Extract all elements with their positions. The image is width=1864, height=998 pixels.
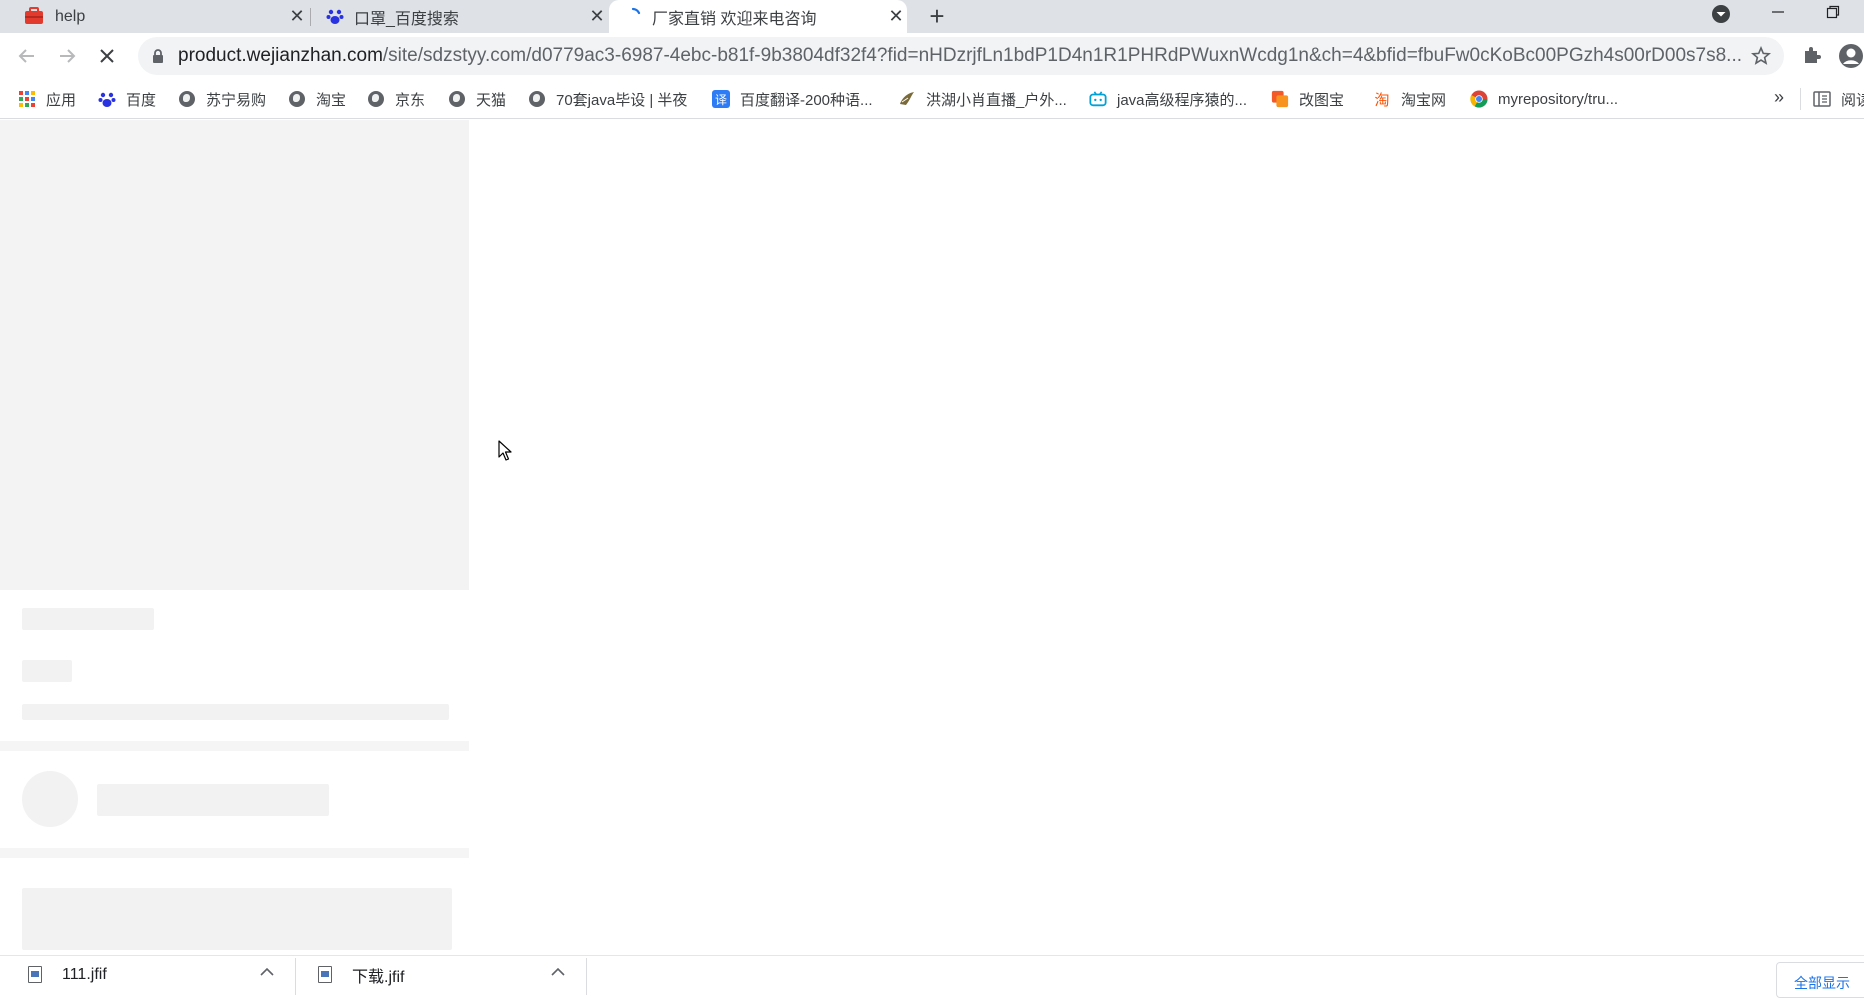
skeleton-block: [22, 888, 452, 950]
bilibili-icon: [1089, 90, 1107, 108]
image-file-icon: [28, 966, 42, 983]
skeleton-title-bar: [22, 608, 154, 630]
bookmark-label: 70套java毕设 | 半夜: [556, 91, 688, 109]
bookmark-label: java高级程序猿的...: [1117, 91, 1248, 109]
downloads-bar: 111.jfif 下载.jfif 全部显示: [0, 955, 1864, 998]
image-file-icon: [318, 966, 332, 983]
toolbox-icon: [24, 6, 44, 26]
address-bar[interactable]: product.wejianzhan.com/site/sdzstyy.com/…: [138, 37, 1784, 75]
skeleton-divider: [0, 741, 469, 751]
baidu-paw-icon: [98, 90, 116, 108]
bookmark-tmall[interactable]: 天猫: [448, 79, 506, 119]
reading-list-button[interactable]: 阅读: [1813, 79, 1864, 119]
url-text[interactable]: product.wejianzhan.com/site/sdzstyy.com/…: [178, 37, 1758, 75]
globe-icon: [367, 90, 385, 108]
baidu-paw-icon: [325, 6, 345, 26]
skeleton-text-line: [22, 704, 449, 720]
tab-strip: help ✕ 口罩_百度搜索 ✕ 厂家直销 欢迎来电咨询 ✕ +: [0, 0, 1864, 33]
bookmark-java-projects[interactable]: 70套java毕设 | 半夜: [528, 79, 687, 119]
back-button[interactable]: [12, 41, 42, 71]
svg-text:淘: 淘: [1374, 91, 1389, 108]
download-divider: [295, 958, 296, 995]
bookmark-honghu-live[interactable]: 洪湖小肖直播_户外...: [898, 79, 1067, 119]
bookmark-label: 苏宁易购: [206, 91, 267, 109]
bookmark-taobao-net[interactable]: 淘 淘宝网: [1373, 79, 1446, 119]
bookmark-label: 淘宝: [316, 91, 347, 109]
restore-button[interactable]: [1813, 0, 1853, 24]
bird-icon: [898, 90, 916, 108]
bookmark-bilibili[interactable]: java高级程序猿的...: [1089, 79, 1247, 119]
download-item[interactable]: 下载.jfif: [318, 956, 570, 993]
bookmark-star-icon[interactable]: [1750, 45, 1773, 68]
bookmark-label: 淘宝网: [1401, 91, 1447, 109]
mouse-cursor-icon: [498, 440, 512, 462]
bookmark-label: 天猫: [476, 91, 507, 109]
tab-search-icon[interactable]: [1710, 3, 1732, 25]
bookmark-label: 京东: [395, 91, 426, 109]
loading-spinner-icon: [623, 6, 643, 26]
new-tab-button[interactable]: +: [922, 1, 952, 31]
globe-icon: [288, 90, 306, 108]
url-path: /site/sdzstyy.com/d0779ac3-6987-4ebc-b81…: [382, 45, 1743, 66]
lock-icon[interactable]: [152, 49, 166, 65]
tab-active[interactable]: 厂家直销 欢迎来电咨询 ✕: [609, 0, 907, 33]
skeleton-price-bar: [22, 660, 72, 682]
tab-baidu-search[interactable]: 口罩_百度搜索 ✕: [311, 0, 609, 33]
skeleton-image-placeholder: [0, 120, 469, 590]
taobao-icon: 淘: [1373, 90, 1391, 108]
download-filename: 111.jfif: [62, 965, 107, 983]
download-item[interactable]: 111.jfif: [28, 956, 280, 993]
close-icon[interactable]: ✕: [287, 6, 307, 26]
minimize-button[interactable]: [1758, 0, 1798, 24]
browser-toolbar: product.wejianzhan.com/site/sdzstyy.com/…: [0, 33, 1864, 79]
tab-title: 厂家直销 欢迎来电咨询: [652, 10, 817, 28]
skeleton-shop-name: [97, 784, 329, 816]
tab-title: 口罩_百度搜索: [354, 10, 459, 28]
bookmark-label: 改图宝: [1299, 91, 1345, 109]
chevron-up-icon[interactable]: [551, 964, 565, 982]
show-all-downloads-button[interactable]: 全部显示: [1776, 962, 1864, 998]
reading-list-icon: [1813, 90, 1831, 108]
url-host: product.wejianzhan.com: [178, 45, 383, 66]
bookmark-jd[interactable]: 京东: [367, 79, 425, 119]
bookmark-apps[interactable]: 应用: [18, 79, 76, 119]
forward-button[interactable]: [52, 41, 82, 71]
globe-icon: [528, 90, 546, 108]
bookmark-label: 洪湖小肖直播_户外...: [926, 91, 1067, 109]
close-icon[interactable]: ✕: [587, 6, 607, 26]
page-content: [0, 120, 1864, 955]
skeleton-avatar: [22, 771, 78, 827]
download-divider: [586, 958, 587, 995]
profile-avatar-icon[interactable]: [1838, 43, 1864, 69]
download-filename: 下载.jfif: [352, 968, 405, 986]
svg-text:译: 译: [715, 93, 727, 107]
bookmarks-bar: 应用 百度 苏宁易购 淘宝 京东 天猫 70套java毕设 | 半夜 译 百度翻…: [0, 79, 1864, 119]
globe-icon: [448, 90, 466, 108]
close-icon[interactable]: ✕: [886, 6, 906, 26]
extensions-puzzle-icon[interactable]: [1802, 45, 1824, 67]
bookmark-label: 百度翻译-200种语...: [740, 91, 873, 109]
stop-loading-button[interactable]: [92, 41, 122, 71]
skeleton-divider: [0, 848, 469, 858]
bookmark-suning[interactable]: 苏宁易购: [178, 79, 266, 119]
apps-grid-icon: [18, 90, 36, 108]
bookmarks-divider: [1800, 88, 1801, 110]
bookmark-label: 应用: [46, 91, 77, 109]
globe-icon: [178, 90, 196, 108]
chrome-icon: [1470, 90, 1488, 108]
chevron-up-icon[interactable]: [260, 964, 274, 982]
gaitubao-icon: [1271, 90, 1289, 108]
bookmark-gaitubao[interactable]: 改图宝: [1271, 79, 1344, 119]
bookmark-label: 百度: [126, 91, 157, 109]
bookmark-label: myrepository/tru...: [1498, 90, 1619, 108]
tab-title: help: [55, 7, 86, 25]
tab-help[interactable]: help ✕: [10, 0, 310, 33]
bookmark-myrepository[interactable]: myrepository/tru...: [1470, 79, 1618, 119]
reading-list-label: 阅读: [1841, 91, 1864, 109]
bookmark-baidu[interactable]: 百度: [98, 79, 156, 119]
bookmark-baidu-translate[interactable]: 译 百度翻译-200种语...: [712, 79, 873, 119]
bookmarks-overflow-button[interactable]: »: [1774, 87, 1784, 108]
bookmark-taobao[interactable]: 淘宝: [288, 79, 346, 119]
translate-icon: 译: [712, 90, 730, 108]
